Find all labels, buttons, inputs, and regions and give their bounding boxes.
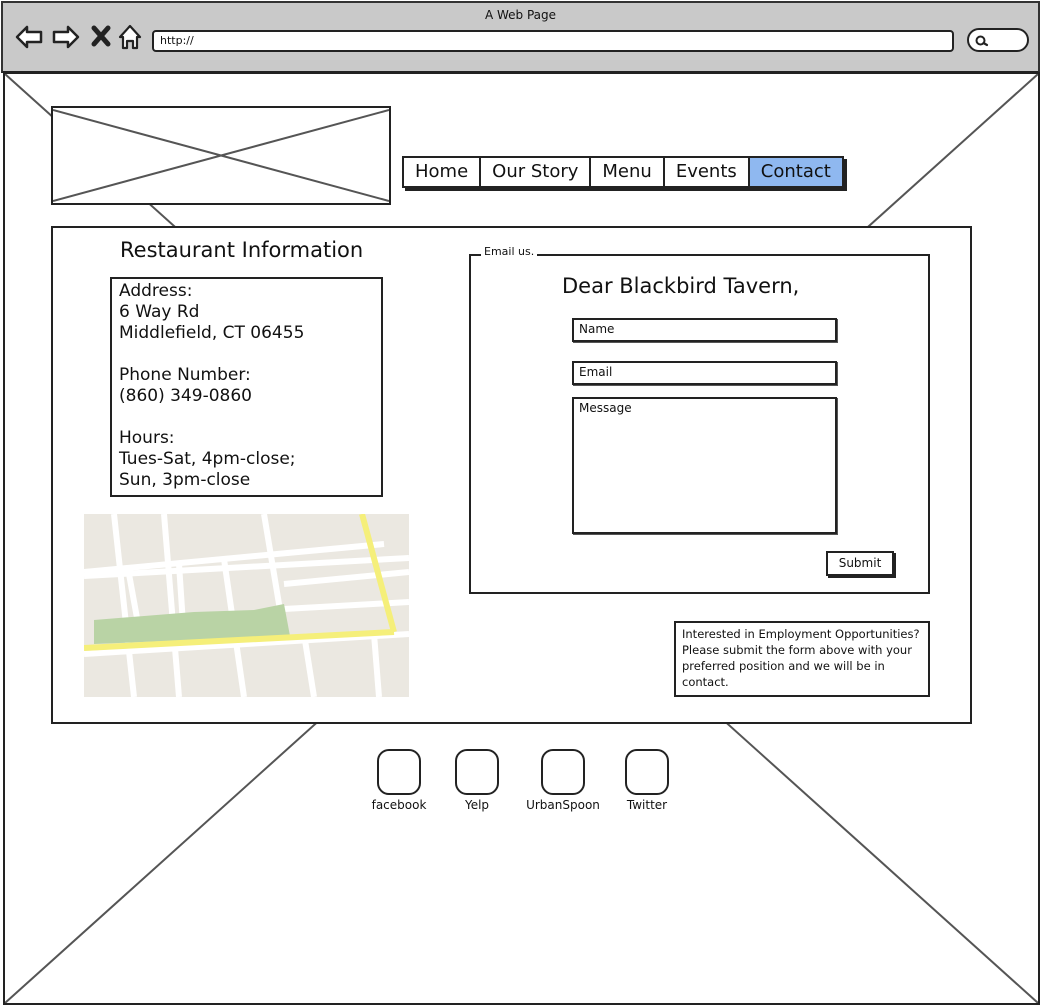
social-label[interactable]: Twitter (607, 798, 687, 812)
url-bar[interactable]: http:// (152, 30, 954, 52)
restaurant-info-title: Restaurant Information (120, 238, 364, 262)
nav-our-story[interactable]: Our Story (481, 158, 592, 186)
window-title: A Web Page (484, 8, 557, 22)
forward-arrow-icon[interactable] (51, 22, 81, 52)
address-label: Address: (119, 281, 193, 301)
name-field[interactable]: Name (572, 318, 837, 342)
nav-contact[interactable]: Contact (749, 158, 842, 186)
twitter-icon[interactable] (625, 749, 669, 795)
social-facebook[interactable]: facebook (359, 749, 439, 812)
restaurant-info-box: Address: 6 Way Rd Middlefield, CT 06455 … (110, 277, 383, 497)
search-icon (975, 35, 989, 47)
hours-line-1: Tues-Sat, 4pm-close; (119, 449, 296, 469)
social-label[interactable]: UrbanSpoon (523, 798, 603, 812)
hours-label: Hours: (119, 428, 175, 448)
social-urbanspoon[interactable]: UrbanSpoon (523, 749, 603, 812)
location-map[interactable] (84, 514, 409, 697)
nav-menu[interactable]: Menu (591, 158, 665, 186)
phone-number: (860) 349-0860 (119, 386, 252, 406)
home-icon[interactable] (116, 22, 146, 52)
address-line-2: Middlefield, CT 06455 (119, 323, 305, 343)
submit-button[interactable]: Submit (826, 551, 894, 576)
yelp-icon[interactable] (455, 749, 499, 795)
message-field[interactable]: Message (572, 397, 837, 534)
back-arrow-icon[interactable] (14, 22, 44, 52)
social-label[interactable]: Yelp (437, 798, 517, 812)
email-field[interactable]: Email (572, 361, 837, 385)
employment-note: Interested in Employment Opportunities? … (674, 621, 930, 697)
social-yelp[interactable]: Yelp (437, 749, 517, 812)
social-twitter[interactable]: Twitter (607, 749, 687, 812)
email-salutation: Dear Blackbird Tavern, (562, 274, 800, 298)
email-form-legend: Email us. (481, 245, 538, 258)
address-line-1: 6 Way Rd (119, 302, 200, 322)
close-x-icon[interactable] (89, 22, 119, 52)
main-nav: Home Our Story Menu Events Contact (402, 156, 844, 188)
browser-search-field[interactable] (967, 28, 1029, 52)
phone-label: Phone Number: (119, 365, 251, 385)
nav-home[interactable]: Home (404, 158, 482, 186)
social-label[interactable]: facebook (359, 798, 439, 812)
facebook-icon[interactable] (377, 749, 421, 795)
logo-placeholder-image (51, 106, 391, 205)
urbanspoon-icon[interactable] (541, 749, 585, 795)
nav-events[interactable]: Events (664, 158, 750, 186)
hours-line-2: Sun, 3pm-close (119, 470, 251, 490)
